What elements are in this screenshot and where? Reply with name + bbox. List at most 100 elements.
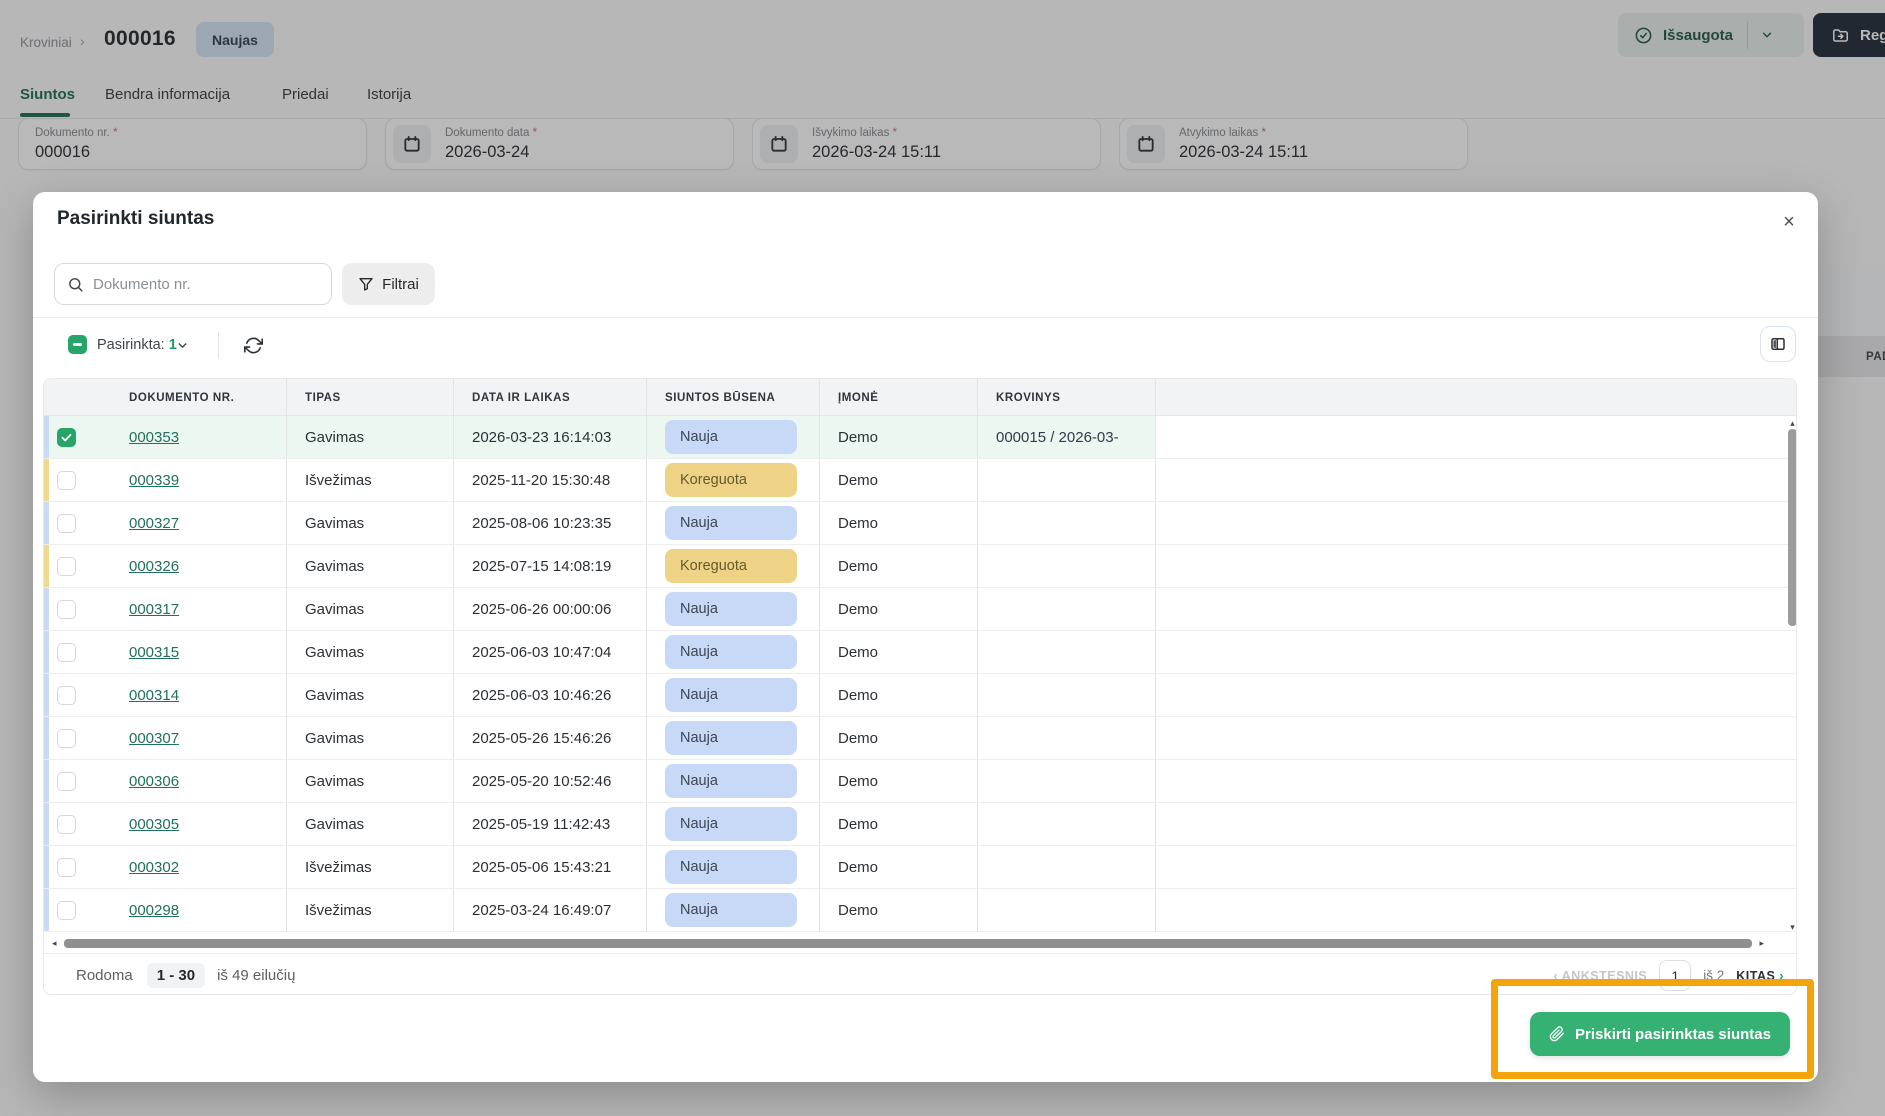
column-settings-button[interactable]: [1760, 326, 1796, 362]
cargo-cell: [977, 631, 1155, 673]
table-row[interactable]: 000307Gavimas2025-05-26 15:46:26NaujaDem…: [44, 717, 1797, 760]
row-checkbox[interactable]: [57, 643, 76, 662]
table-row[interactable]: 000327Gavimas2025-08-06 10:23:35NaujaDem…: [44, 502, 1797, 545]
scroll-right-icon[interactable]: ▸: [1752, 938, 1764, 949]
cargo-cell: [977, 760, 1155, 802]
select-all-checkbox[interactable]: [68, 335, 87, 354]
rows-range: 1 - 30: [147, 963, 205, 988]
scroll-left-icon[interactable]: ◂: [52, 938, 64, 949]
row-filler-cell: [1155, 717, 1797, 759]
document-link[interactable]: 000305: [129, 816, 179, 833]
column-header[interactable]: ĮMONĖ: [819, 379, 977, 416]
document-link[interactable]: 000326: [129, 558, 179, 575]
row-filler-cell: [1155, 760, 1797, 802]
row-status-accent-bar: [44, 631, 49, 673]
datetime-cell: 2026-03-23 16:14:03: [453, 416, 646, 458]
filter-button[interactable]: Filtrai: [342, 263, 435, 305]
document-link[interactable]: 000317: [129, 601, 179, 618]
column-header[interactable]: DOKUMENTO NR.: [111, 379, 286, 416]
vertical-scrollbar[interactable]: ▴ ▾: [1787, 418, 1797, 933]
company-cell: Demo: [819, 846, 977, 888]
page-of-total: iš 2: [1703, 968, 1724, 983]
refresh-icon[interactable]: [241, 333, 265, 357]
table-row[interactable]: 000326Gavimas2025-07-15 14:08:19Koreguot…: [44, 545, 1797, 588]
assign-selected-shipments-button[interactable]: Priskirti pasirinktas siuntas: [1530, 1012, 1790, 1056]
search-input[interactable]: [93, 276, 303, 293]
table-footer: Rodoma 1 - 30 iš 49 eilučių ‹ ANKSTESNIS…: [44, 953, 1797, 995]
document-link[interactable]: 000298: [129, 902, 179, 919]
document-link[interactable]: 000339: [129, 472, 179, 489]
check-icon: [60, 431, 73, 444]
close-icon[interactable]: ×: [1775, 208, 1803, 236]
row-checkbox[interactable]: [57, 471, 76, 490]
datetime-cell: 2025-05-19 11:42:43: [453, 803, 646, 845]
table-row[interactable]: 000306Gavimas2025-05-20 10:52:46NaujaDem…: [44, 760, 1797, 803]
table-row[interactable]: 000314Gavimas2025-06-03 10:46:26NaujaDem…: [44, 674, 1797, 717]
type-cell: Gavimas: [286, 416, 453, 458]
row-checkbox-cell: [44, 502, 111, 544]
row-checkbox[interactable]: [57, 901, 76, 920]
table-row[interactable]: 000315Gavimas2025-06-03 10:47:04NaujaDem…: [44, 631, 1797, 674]
row-status-accent-bar: [44, 545, 49, 587]
row-checkbox[interactable]: [57, 600, 76, 619]
vertical-scrollbar-thumb[interactable]: [1788, 429, 1797, 626]
row-checkbox-cell: [44, 545, 111, 587]
document-number-cell: 000326: [111, 545, 286, 587]
selected-count-label[interactable]: Pasirinkta: 1: [97, 337, 177, 353]
company-cell: Demo: [819, 545, 977, 587]
row-checkbox[interactable]: [57, 858, 76, 877]
assign-button-label: Priskirti pasirinktas siuntas: [1575, 1026, 1771, 1043]
scroll-up-icon[interactable]: ▴: [1787, 418, 1797, 429]
row-checkbox[interactable]: [57, 557, 76, 576]
row-status-accent-bar: [44, 674, 49, 716]
document-link[interactable]: 000327: [129, 515, 179, 532]
company-cell: Demo: [819, 889, 977, 931]
current-page-box[interactable]: 1: [1659, 960, 1691, 991]
row-checkbox[interactable]: [57, 815, 76, 834]
column-header[interactable]: DATA IR LAIKAS: [453, 379, 646, 416]
column-header[interactable]: KROVINYS: [977, 379, 1155, 416]
document-link[interactable]: 000353: [129, 429, 179, 446]
document-link[interactable]: 000306: [129, 773, 179, 790]
column-header[interactable]: TIPAS: [286, 379, 453, 416]
document-link[interactable]: 000315: [129, 644, 179, 661]
row-checkbox[interactable]: [57, 428, 76, 447]
row-status-accent-bar: [44, 760, 49, 802]
table-row[interactable]: 000302Išvežimas2025-05-06 15:43:21NaujaD…: [44, 846, 1797, 889]
row-checkbox-cell: [44, 588, 111, 630]
previous-page-button[interactable]: ‹ ANKSTESNIS: [1553, 969, 1647, 983]
company-cell: Demo: [819, 459, 977, 501]
row-filler-cell: [1155, 545, 1797, 587]
table-row[interactable]: 000305Gavimas2025-05-19 11:42:43NaujaDem…: [44, 803, 1797, 846]
document-link[interactable]: 000314: [129, 687, 179, 704]
scroll-down-icon[interactable]: ▾: [1787, 922, 1797, 933]
column-header[interactable]: SIUNTOS BŪSENA: [646, 379, 819, 416]
next-page-button[interactable]: KITAS ›: [1736, 969, 1784, 983]
chevron-down-icon[interactable]: [176, 339, 189, 357]
document-link[interactable]: 000302: [129, 859, 179, 876]
header-checkbox-cell: [44, 379, 111, 416]
toolbar-divider: [33, 317, 1818, 318]
shipment-status-badge: Koreguota: [665, 549, 797, 583]
row-checkbox[interactable]: [57, 686, 76, 705]
table-header-row: DOKUMENTO NR. TIPAS DATA IR LAIKAS SIUNT…: [44, 379, 1797, 416]
table-row[interactable]: 000298Išvežimas2025-03-24 16:49:07NaujaD…: [44, 889, 1797, 932]
table-row[interactable]: 000353Gavimas2026-03-23 16:14:03NaujaDem…: [44, 416, 1797, 459]
row-status-accent-bar: [44, 717, 49, 759]
table-body: 000353Gavimas2026-03-23 16:14:03NaujaDem…: [44, 416, 1797, 932]
row-checkbox[interactable]: [57, 514, 76, 533]
row-checkbox[interactable]: [57, 729, 76, 748]
status-cell: Koreguota: [646, 545, 819, 587]
horizontal-scrollbar[interactable]: ◂ ▸: [52, 937, 1782, 950]
showing-label: Rodoma: [76, 967, 133, 984]
row-filler-cell: [1155, 889, 1797, 931]
document-number-cell: 000315: [111, 631, 286, 673]
status-cell: Koreguota: [646, 459, 819, 501]
document-link[interactable]: 000307: [129, 730, 179, 747]
table-row[interactable]: 000317Gavimas2025-06-26 00:00:06NaujaDem…: [44, 588, 1797, 631]
row-filler-cell: [1155, 674, 1797, 716]
row-checkbox[interactable]: [57, 772, 76, 791]
table-row[interactable]: 000339Išvežimas2025-11-20 15:30:48Koregu…: [44, 459, 1797, 502]
datetime-cell: 2025-06-03 10:46:26: [453, 674, 646, 716]
horizontal-scrollbar-thumb[interactable]: [64, 939, 1752, 948]
